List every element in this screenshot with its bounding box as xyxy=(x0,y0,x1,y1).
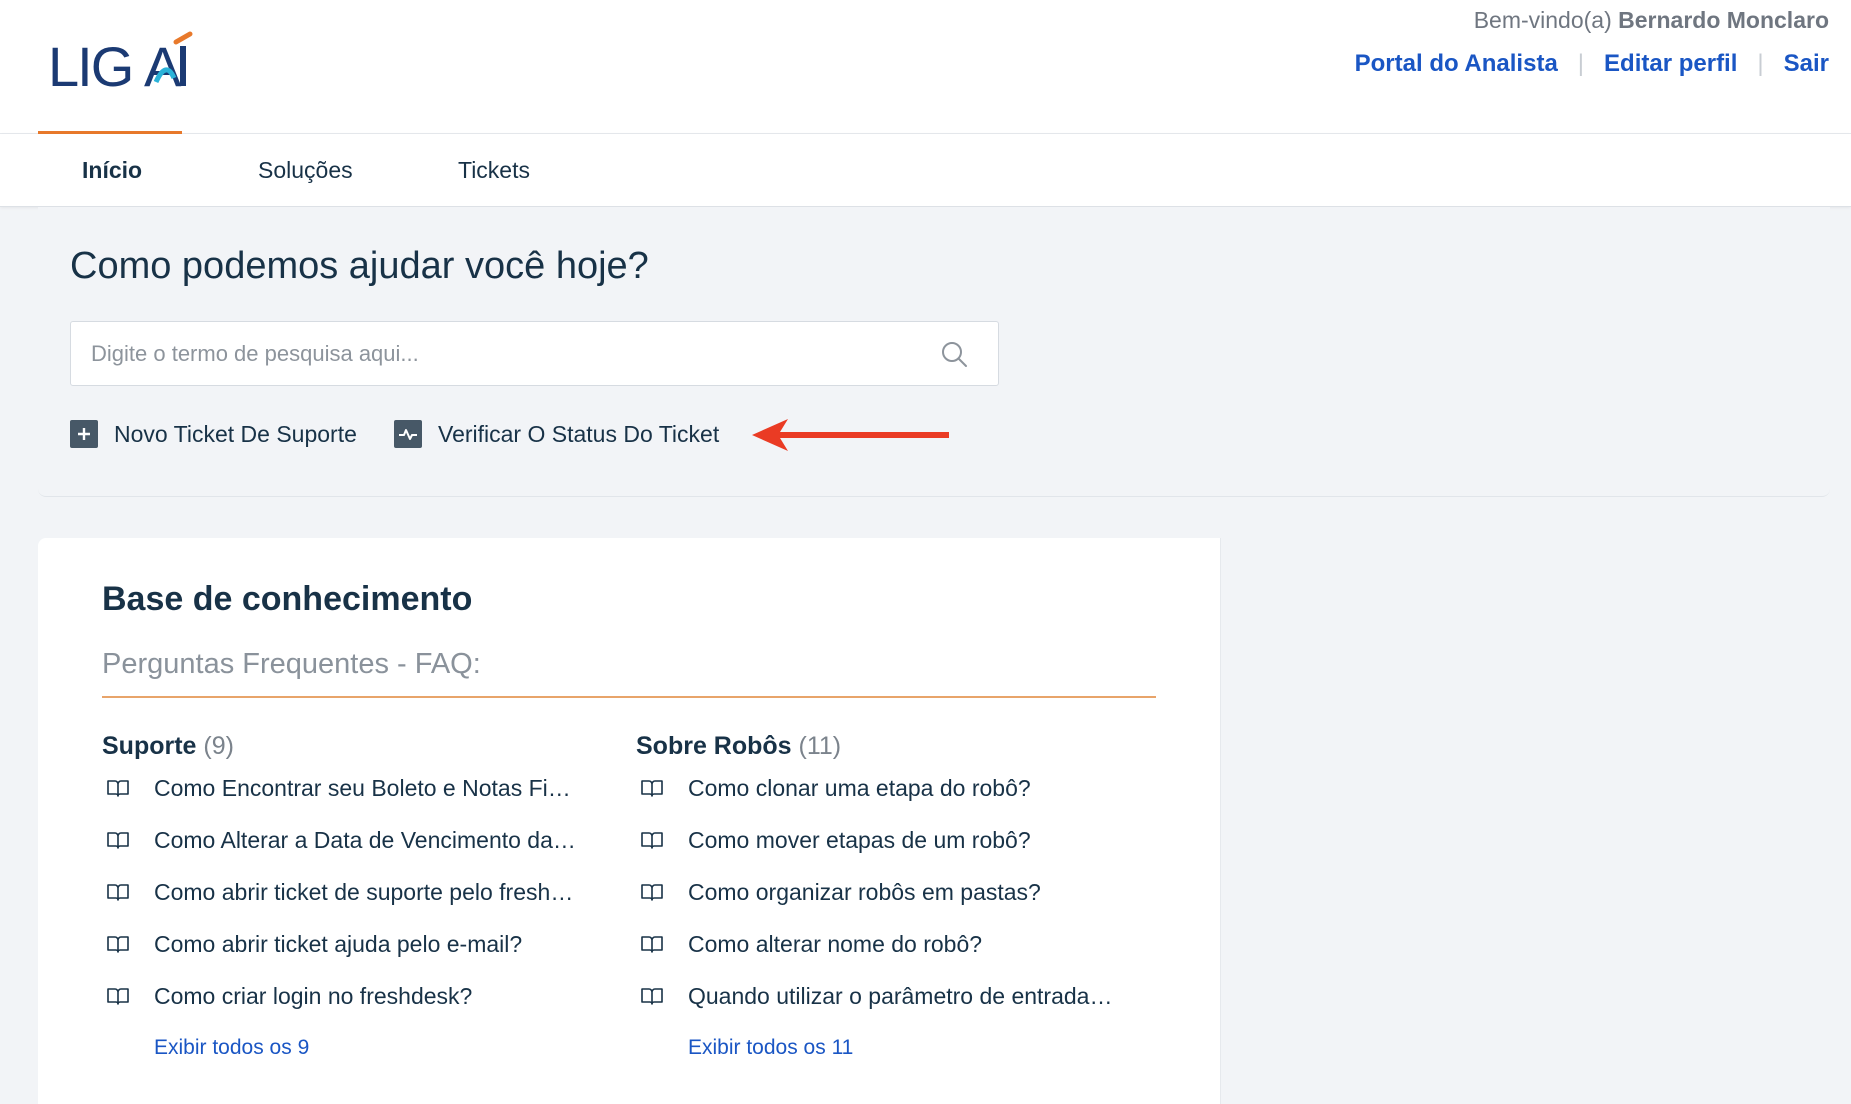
article-title: Como clonar uma etapa do robô? xyxy=(688,774,1031,801)
category-count: (11) xyxy=(798,732,842,760)
welcome-prefix: Bem-vindo(a) xyxy=(1473,7,1612,33)
article-title: Como Encontrar seu Boleto e Notas Fiscai… xyxy=(154,774,582,801)
article-item[interactable]: Como mover etapas de um robô? xyxy=(636,814,1116,866)
tab-inicio[interactable]: Início xyxy=(82,134,142,207)
article-item[interactable]: Como organizar robôs em pastas? xyxy=(636,866,1116,918)
book-icon xyxy=(107,832,129,849)
kb-subtitle: Perguntas Frequentes - FAQ: xyxy=(102,648,1156,698)
search-input[interactable] xyxy=(71,322,998,385)
pulse-icon xyxy=(394,420,422,448)
article-item[interactable]: Como clonar uma etapa do robô? xyxy=(636,762,1116,814)
link-separator: | xyxy=(1757,50,1764,77)
category-count: (9) xyxy=(203,732,234,760)
book-icon xyxy=(107,884,129,901)
book-icon xyxy=(107,780,129,797)
help-hero: Como podemos ajudar você hoje? Novo Tick… xyxy=(38,207,1830,497)
article-item[interactable]: Como Alterar a Data de Vencimento das Fa… xyxy=(102,814,582,866)
red-arrow-icon xyxy=(752,419,949,451)
article-title: Como alterar nome do robô? xyxy=(688,930,983,957)
article-title: Como mover etapas de um robô? xyxy=(688,826,1031,853)
article-title: Como abrir ticket ajuda pelo e-mail? xyxy=(154,930,523,957)
knowledge-base: Base de conhecimento Perguntas Frequente… xyxy=(38,538,1220,1104)
category-sobre-robos: Sobre Robôs (11) Como clonar uma etapa d… xyxy=(636,730,1116,1074)
category-name: Sobre Robôs xyxy=(636,732,792,760)
article-item[interactable]: Como abrir ticket ajuda pelo e-mail? xyxy=(102,918,582,970)
search-icon[interactable] xyxy=(940,340,968,368)
book-icon xyxy=(641,988,663,1005)
edit-profile-link[interactable]: Editar perfil xyxy=(1604,50,1737,78)
svg-text:LIG: LIG xyxy=(48,35,132,94)
article-item[interactable]: Como alterar nome do robô? xyxy=(636,918,1116,970)
view-all-link[interactable]: Exibir todos os 11 xyxy=(688,1022,1116,1074)
category-suporte: Suporte (9) Como Encontrar seu Boleto e … xyxy=(102,730,582,1074)
book-icon xyxy=(641,832,663,849)
book-icon xyxy=(641,884,663,901)
article-title: Como abrir ticket de suporte pelo freshd… xyxy=(154,878,582,905)
new-ticket-label: Novo Ticket De Suporte xyxy=(114,420,357,447)
article-item[interactable]: Como criar login no freshdesk? xyxy=(102,970,582,1022)
nav-tabs: Início Soluções Tickets xyxy=(0,134,1851,207)
view-all-link[interactable]: Exibir todos os 9 xyxy=(154,1022,582,1074)
user-name: Bernardo Monclaro xyxy=(1618,7,1829,33)
portal-link[interactable]: Portal do Analista xyxy=(1355,50,1558,78)
book-icon xyxy=(641,936,663,953)
article-title: Como organizar robôs em pastas? xyxy=(688,878,1041,905)
category-heading[interactable]: Sobre Robôs (11) xyxy=(636,730,1116,762)
check-ticket-status-label: Verificar O Status Do Ticket xyxy=(438,420,720,447)
kb-title: Base de conhecimento xyxy=(102,580,473,618)
category-name: Suporte xyxy=(102,732,197,760)
book-icon xyxy=(641,780,663,797)
article-item[interactable]: Como abrir ticket de suporte pelo freshd… xyxy=(102,866,582,918)
article-title: Quando utilizar o parâmetro de entrada “… xyxy=(688,982,1116,1009)
welcome-message: Bem-vindo(a) Bernardo Monclaro xyxy=(1474,7,1829,34)
search-box xyxy=(70,321,999,386)
page-title: Como podemos ajudar você hoje? xyxy=(70,245,649,287)
top-links: Portal do Analista | Editar perfil | Sai… xyxy=(1355,50,1829,78)
article-title: Como criar login no freshdesk? xyxy=(154,982,473,1009)
check-ticket-status-button[interactable]: Verificar O Status Do Ticket xyxy=(394,415,719,453)
category-heading[interactable]: Suporte (9) xyxy=(102,730,582,762)
ligai-logo[interactable]: LIG A xyxy=(48,30,198,94)
article-title: Como Alterar a Data de Vencimento das Fa… xyxy=(154,826,582,853)
tab-tickets[interactable]: Tickets xyxy=(458,134,530,207)
site-header: LIG A Bem-vindo(a) Bernardo Monclaro Por… xyxy=(0,0,1851,134)
book-icon xyxy=(107,988,129,1005)
article-item[interactable]: Quando utilizar o parâmetro de entrada “… xyxy=(636,970,1116,1022)
logout-link[interactable]: Sair xyxy=(1784,50,1829,78)
sidebar-panel xyxy=(1220,538,1830,1104)
new-ticket-button[interactable]: Novo Ticket De Suporte xyxy=(70,415,357,453)
link-separator: | xyxy=(1577,50,1585,77)
book-icon xyxy=(107,936,129,953)
tab-solucoes[interactable]: Soluções xyxy=(258,134,353,207)
article-item[interactable]: Como Encontrar seu Boleto e Notas Fiscai… xyxy=(102,762,582,814)
plus-icon xyxy=(70,420,98,448)
